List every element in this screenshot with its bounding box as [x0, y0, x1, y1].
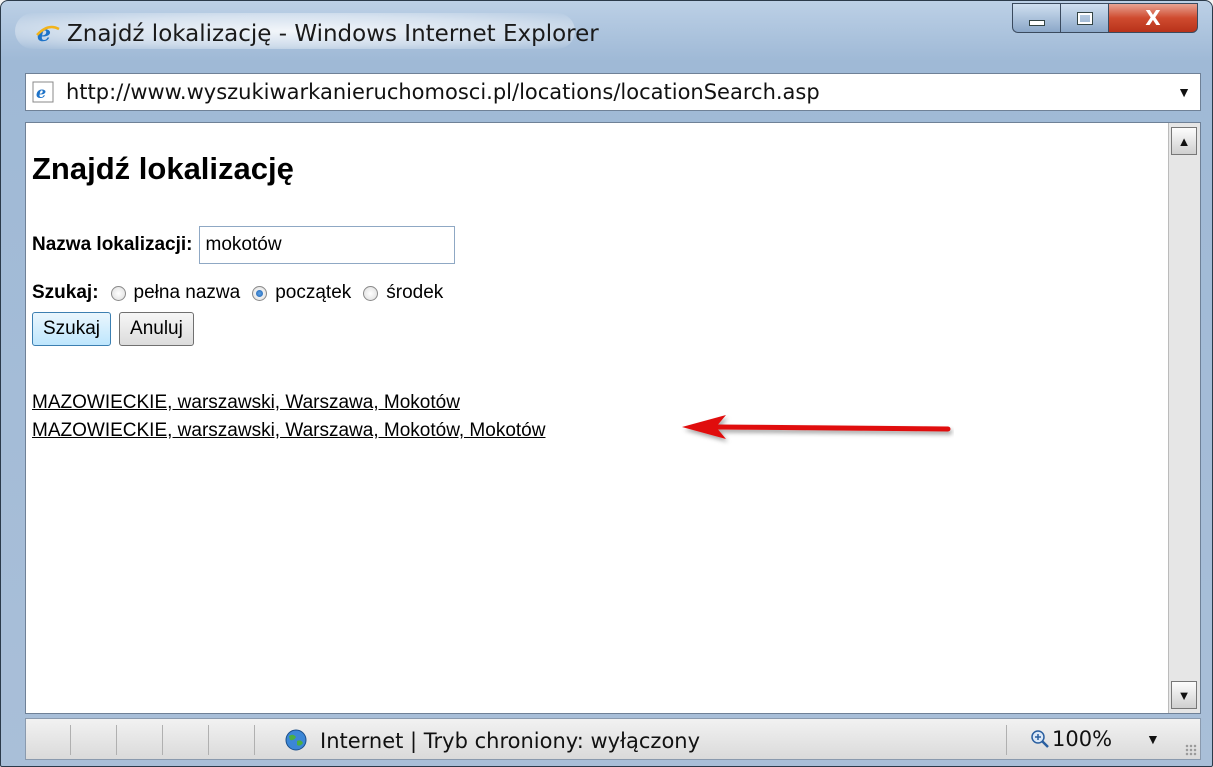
caption-buttons: X	[1012, 3, 1198, 35]
window-title: Znajdź lokalizację - Windows Internet Ex…	[67, 21, 599, 47]
status-divider	[116, 725, 117, 755]
result-link[interactable]: MAZOWIECKIE, warszawski, Warszawa, Mokot…	[32, 389, 545, 417]
location-label: Nazwa lokalizacji:	[32, 234, 193, 255]
results-list: MAZOWIECKIE, warszawski, Warszawa, Mokot…	[32, 389, 545, 445]
location-input[interactable]	[198, 226, 455, 264]
browser-window: e Znajdź lokalizację - Windows Internet …	[0, 0, 1213, 767]
minimize-button[interactable]	[1012, 3, 1060, 33]
radio-full-name[interactable]	[110, 285, 126, 301]
minimize-icon	[1028, 20, 1045, 26]
status-bar: Internet | Tryb chroniony: wyłączony 100…	[25, 718, 1201, 760]
location-row: Nazwa lokalizacji:	[32, 225, 455, 265]
status-divider	[162, 725, 163, 755]
close-icon: X	[1145, 6, 1161, 30]
radio-starts-with[interactable]	[252, 285, 268, 301]
resize-grip-icon[interactable]	[1185, 744, 1197, 756]
zoom-dropdown-icon[interactable]: ▼	[1146, 731, 1160, 747]
maximize-icon	[1076, 11, 1093, 25]
maximize-button[interactable]	[1060, 3, 1108, 33]
status-divider	[208, 725, 209, 755]
address-bar[interactable]: e http://www.wyszukiwarkanieruchomosci.p…	[25, 73, 1201, 111]
vertical-scrollbar[interactable]: ▲ ▼	[1168, 123, 1200, 713]
globe-icon	[285, 729, 307, 751]
radio-contains[interactable]	[363, 285, 379, 301]
status-divider	[254, 725, 255, 755]
radio-full-name-label: pełna nazwa	[133, 282, 241, 303]
search-mode-row: Szukaj: pełna nazwa początek środek	[32, 279, 443, 307]
close-button[interactable]: X	[1108, 3, 1198, 33]
scroll-down-button[interactable]: ▼	[1171, 681, 1197, 709]
radio-starts-with-label: początek	[275, 282, 352, 303]
address-dropdown-icon[interactable]: ▼	[1174, 82, 1194, 102]
title-bar[interactable]: e Znajdź lokalizację - Windows Internet …	[1, 1, 1212, 65]
search-button[interactable]: Szukaj	[32, 312, 112, 346]
annotation-arrow	[682, 415, 951, 439]
page-icon: e	[32, 81, 54, 103]
zoom-level[interactable]: 100%	[1052, 727, 1112, 751]
ie-icon: e	[36, 21, 60, 45]
status-divider	[1006, 725, 1007, 755]
page-content: Znajdź lokalizację Nazwa lokalizacji: Sz…	[26, 123, 1168, 713]
status-divider	[70, 725, 71, 755]
cancel-button[interactable]: Anuluj	[119, 312, 194, 346]
security-zone-text[interactable]: Internet | Tryb chroniony: wyłączony	[320, 729, 700, 753]
page-title: Znajdź lokalizację	[32, 151, 294, 186]
scroll-up-button[interactable]: ▲	[1171, 127, 1197, 155]
page-viewport: Znajdź lokalizację Nazwa lokalizacji: Sz…	[25, 122, 1201, 714]
url-text[interactable]: http://www.wyszukiwarkanieruchomosci.pl/…	[66, 80, 820, 104]
result-link[interactable]: MAZOWIECKIE, warszawski, Warszawa, Mokot…	[32, 417, 545, 445]
zoom-icon	[1031, 730, 1049, 748]
search-mode-label: Szukaj:	[32, 282, 99, 303]
svg-text:e: e	[36, 83, 46, 102]
button-row: Szukaj Anuluj	[32, 312, 194, 346]
radio-contains-label: środek	[386, 282, 444, 303]
